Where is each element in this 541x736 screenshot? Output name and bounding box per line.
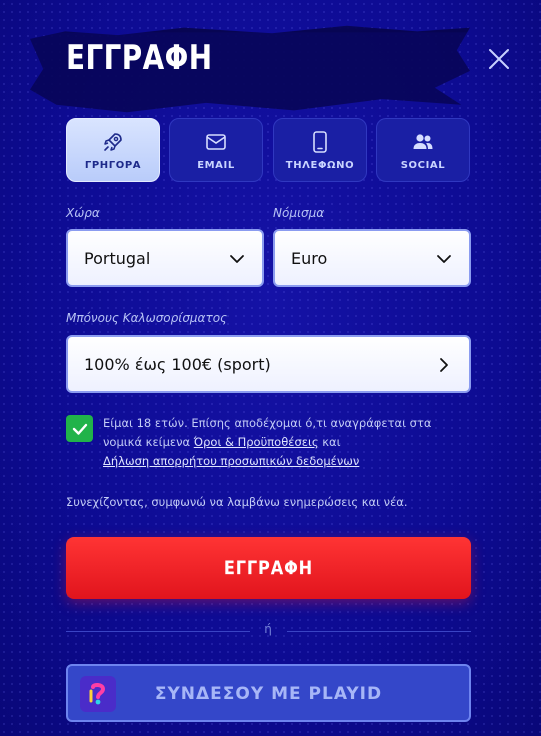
register-button-label: ΕΓΓΡΑΦΗ xyxy=(223,557,314,579)
chevron-down-icon xyxy=(230,255,244,263)
playid-button-label: ΣΥΝΔΕΣΟΥ ΜΕ PLAYID xyxy=(154,684,383,704)
bonus-value: 100% έως 100€ (sport) xyxy=(84,354,271,374)
terms-text: Είμαι 18 ετών. Επίσης αποδέχομαι ό,τι αν… xyxy=(103,414,473,471)
close-icon[interactable] xyxy=(486,46,512,72)
terms-text-middle: και xyxy=(318,435,341,449)
currency-value: Euro xyxy=(291,248,328,268)
tab-quick[interactable]: ΓΡΗΓΟΡΑ xyxy=(66,118,160,182)
chevron-right-icon xyxy=(440,358,448,372)
phone-icon xyxy=(313,130,327,153)
divider-right xyxy=(287,631,471,632)
users-icon xyxy=(413,133,433,149)
tab-label: ΤΗΛΕΦΩΝΟ xyxy=(285,159,355,171)
country-select[interactable]: Portugal xyxy=(66,229,264,287)
divider-or: ή xyxy=(264,622,272,636)
mail-icon xyxy=(206,133,226,150)
register-button[interactable]: ΕΓΓΡΑΦΗ xyxy=(66,537,471,599)
tab-label: ΓΡΗΓΟΡΑ xyxy=(84,159,142,171)
tab-label: EMAIL xyxy=(197,159,235,171)
tab-social[interactable]: SOCIAL xyxy=(376,118,470,182)
chevron-down-icon xyxy=(437,255,451,263)
terms-checkbox[interactable] xyxy=(66,415,93,442)
newsletter-text: Συνεχίζοντας, συμφωνώ να λαμβάνω ενημερώ… xyxy=(66,495,408,509)
page-title: ΕΓΓΡΑΦΗ xyxy=(66,38,213,78)
tab-phone[interactable]: ΤΗΛΕΦΩΝΟ xyxy=(273,118,367,182)
bonus-select[interactable]: 100% έως 100€ (sport) xyxy=(66,335,471,393)
registration-method-tabs: ΓΡΗΓΟΡΑ EMAIL ΤΗΛΕΦΩΝΟ SOCIAL xyxy=(66,118,471,182)
currency-select[interactable]: Euro xyxy=(273,229,471,287)
country-value: Portugal xyxy=(84,248,151,268)
divider-left xyxy=(66,631,250,632)
terms-link[interactable]: Όροι & Προϋποθέσεις xyxy=(194,435,319,449)
tab-email[interactable]: EMAIL xyxy=(169,118,263,182)
currency-label: Νόμισμα xyxy=(273,206,325,220)
playid-button[interactable]: ΣΥΝΔΕΣΟΥ ΜΕ PLAYID xyxy=(66,664,471,722)
rocket-icon xyxy=(104,132,122,151)
tab-label: SOCIAL xyxy=(400,159,446,171)
checkmark-icon xyxy=(72,423,87,435)
country-label: Χώρα xyxy=(66,206,100,220)
bonus-label: Μπόνους Καλωσορίσματος xyxy=(66,311,228,325)
privacy-link[interactable]: Δήλωση απορρήτου προσωπικών δεδομένων xyxy=(103,454,359,468)
